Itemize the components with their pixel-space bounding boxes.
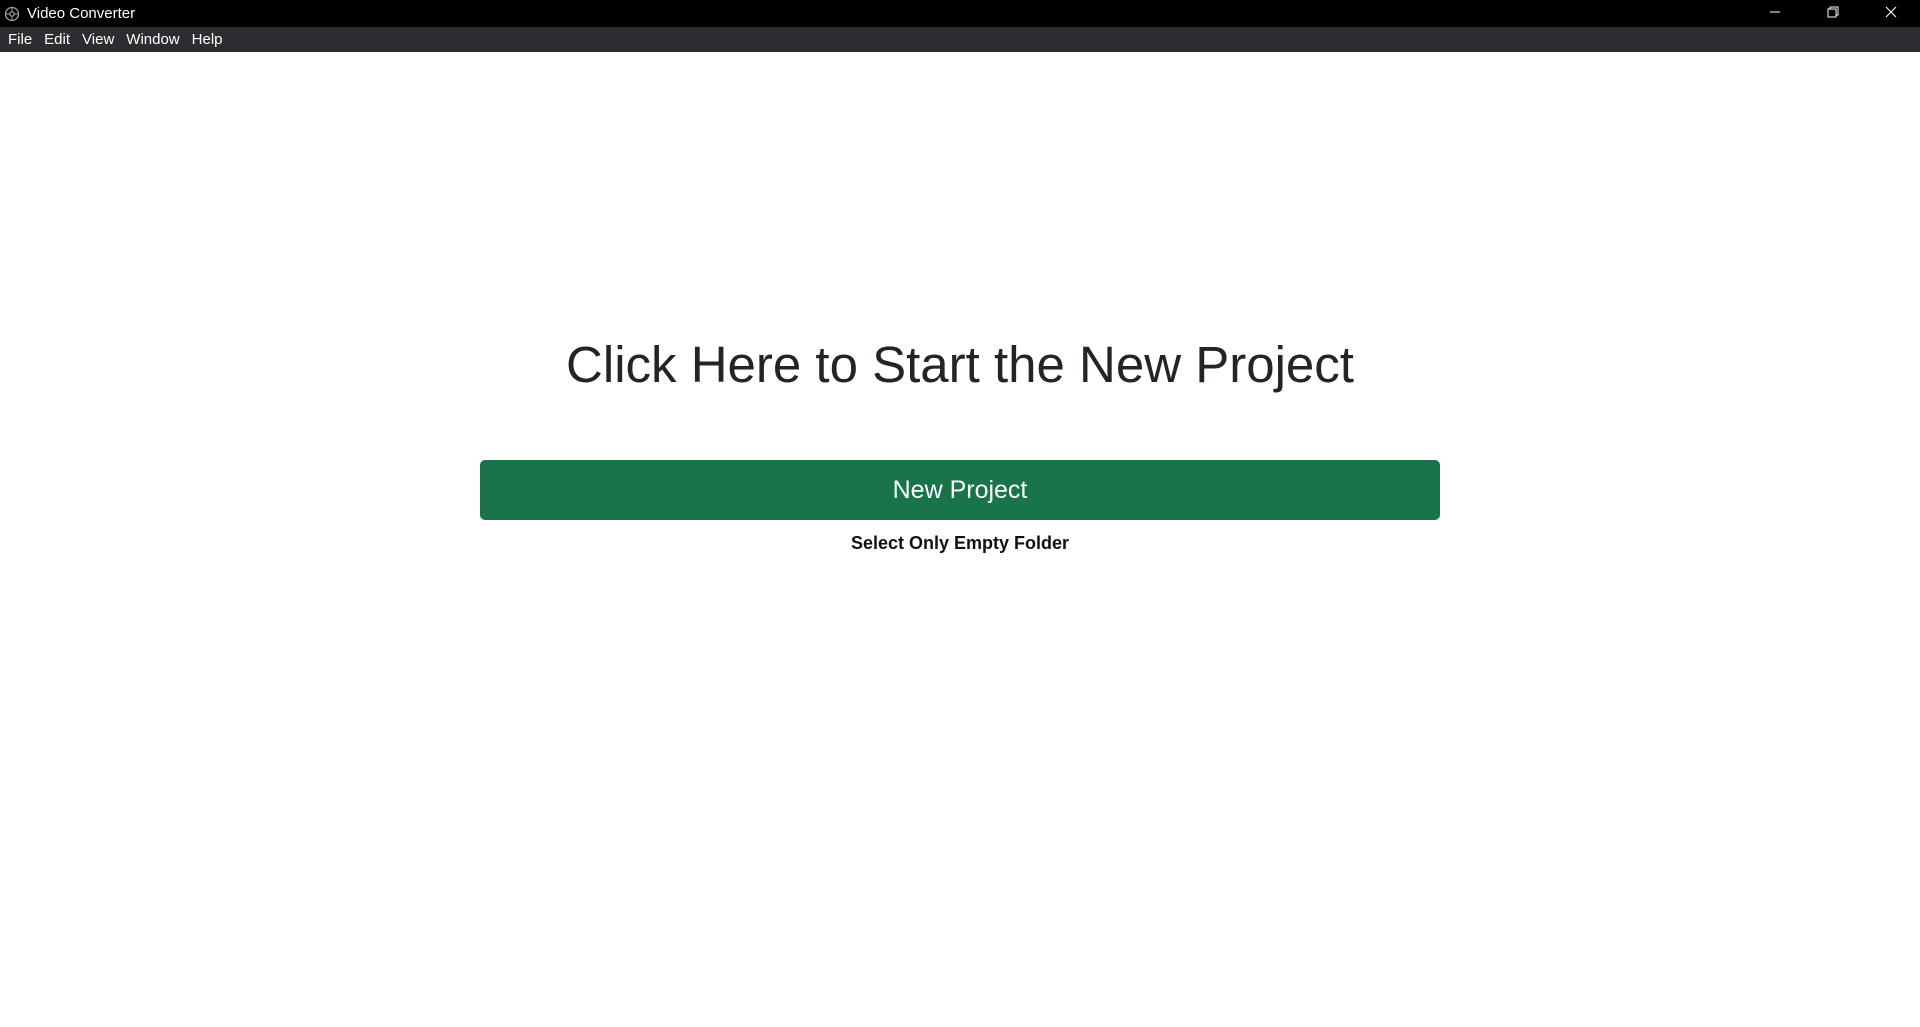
app-logo-icon: [2, 4, 22, 24]
restore-icon: [1827, 5, 1839, 23]
window-title: Video Converter: [27, 5, 136, 22]
menu-file[interactable]: File: [2, 27, 38, 52]
empty-folder-hint: Select Only Empty Folder: [850, 533, 1070, 553]
title-bar: Video Converter: [0, 0, 1920, 27]
menu-help[interactable]: Help: [186, 27, 229, 52]
minimize-icon: [1769, 5, 1781, 23]
minimize-button[interactable]: [1746, 0, 1804, 27]
menu-bar: File Edit View Window Help: [0, 27, 1920, 52]
main-content: Click Here to Start the New Project New …: [0, 52, 1920, 1027]
close-icon: [1885, 5, 1897, 23]
window-controls: [1746, 0, 1920, 27]
page-heading: Click Here to Start the New Project: [566, 336, 1354, 393]
menu-view[interactable]: View: [76, 27, 120, 52]
menu-edit[interactable]: Edit: [38, 27, 76, 52]
restore-button[interactable]: [1804, 0, 1862, 27]
close-button[interactable]: [1862, 0, 1920, 27]
menu-window[interactable]: Window: [120, 27, 185, 52]
new-project-button[interactable]: New Project: [480, 460, 1440, 520]
